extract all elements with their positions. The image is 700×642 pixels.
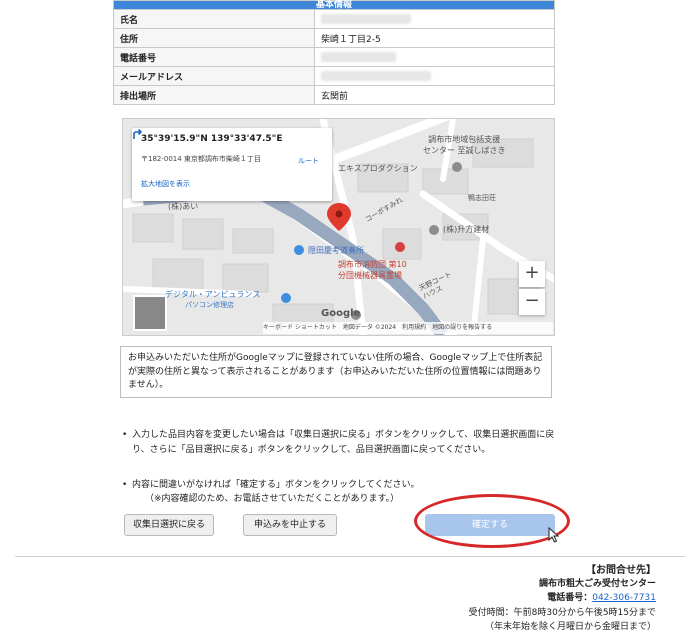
bullet-icon: • [122,480,128,490]
name-value [314,9,555,29]
edit-instructions: 入力した品目内容を変更したい場合は「収集日選択に戻る」ボタンをクリックして、収集… [132,430,555,455]
directions-label[interactable]: ルート [298,156,319,166]
redacted-value [321,51,396,62]
email-value [314,66,555,86]
google-map[interactable]: 35°39'15.9"N 139°33'47.5"E 〒182-0014 東京都… [122,118,555,336]
contact-hours: 受付時間：午前8時30分から午後5時15分まで [468,608,656,618]
confirm-instructions: 内容に間違いがなければ「確定する」ボタンをクリックしてください。 [132,480,420,490]
directions-icon[interactable] [132,128,144,140]
highlight-ring [414,494,570,548]
contact-phone-line: 電話番号：042-306-7731 [547,590,656,603]
google-logo: Google [321,308,361,319]
map-label-support-center: 調布市地域包括支援 センター 至誠しばさき [423,135,506,155]
basic-info-table: 基本情報 氏名 住所 柴崎１丁目2-5 電話番号 メールアドレス 排出場所 玄関… [113,0,555,105]
email-label: メールアドレス [113,66,315,86]
phone-link[interactable]: 042-306-7731 [592,593,656,603]
table-row: 氏名 [113,9,555,29]
map-attribution[interactable]: キーボード ショートカット 地図データ ©2024 利用規約 地図の誤りを報告す… [263,322,553,334]
zoom-out-button[interactable]: − [519,289,545,315]
list-item: • 入力した品目内容を変更したい場合は「収集日選択に戻る」ボタンをクリックして、… [122,428,562,458]
map-label-digital: デジタル・アンビュランス [165,290,261,299]
contact-hours-note: （年末年始を除く月曜日から金曜日まで） [484,622,656,632]
redacted-value [321,13,411,24]
map-label-kamoshida: 鴨志田荘 [468,194,496,202]
contact-org: 調布市粗大ごみ受付センター [538,579,656,589]
basic-info-header: 基本情報 [113,0,555,10]
phone-label: 電話番号： [547,593,593,603]
table-row: メールアドレス [113,66,555,86]
cancel-application-button[interactable]: 申込みを中止する [243,514,337,536]
map-label-masu: (株)升方建材 [443,225,490,234]
map-notice: お申込みいただいた住所がGoogleマップに登録されていない住所の場合、Goog… [120,346,552,398]
table-row: 排出場所 玄関前 [113,85,555,105]
address-label: 住所 [113,28,315,48]
map-coordinates: 35°39'15.9"N 139°33'47.5"E [141,134,283,144]
zoom-in-button[interactable]: + [519,261,545,287]
name-label: 氏名 [113,9,315,29]
enlarge-map-link[interactable]: 拡大地図を表示 [141,179,190,189]
address-value: 柴崎１丁目2-5 [314,28,555,48]
map-label-ekisu: エキスプロダクション [338,164,418,173]
divider [15,556,685,557]
list-item: • 内容に間違いがなければ「確定する」ボタンをクリックしてください。 [122,478,562,493]
back-to-date-button[interactable]: 収集日選択に戻る [124,514,214,536]
street-view-thumbnail[interactable] [133,295,167,331]
phone-label: 電話番号 [113,47,315,67]
contact-title: 【お問合せ先】 [586,565,656,576]
map-label-pc: パソコン修理店 [185,301,234,309]
disposal-location-label: 排出場所 [113,85,315,105]
mouse-cursor-icon [548,527,560,543]
map-label-fire: 調布市消防団 第10 [338,260,407,269]
map-address: 〒182-0014 東京都調布市柴崎１丁目 [141,155,261,163]
disposal-location-value: 玄関前 [314,85,555,105]
map-label-ai: (株)あい [168,202,199,211]
table-row: 電話番号 [113,47,555,67]
table-row: 住所 柴崎１丁目2-5 [113,28,555,48]
location-card: 35°39'15.9"N 139°33'47.5"E 〒182-0014 東京都… [132,128,332,201]
map-label-fire-2: 分団機械器具置場 [338,271,402,280]
bullet-icon: • [122,430,128,440]
map-label-clinic: 隠田慶考道奏所 [308,246,364,255]
phone-value [314,47,555,67]
redacted-value [321,70,431,81]
